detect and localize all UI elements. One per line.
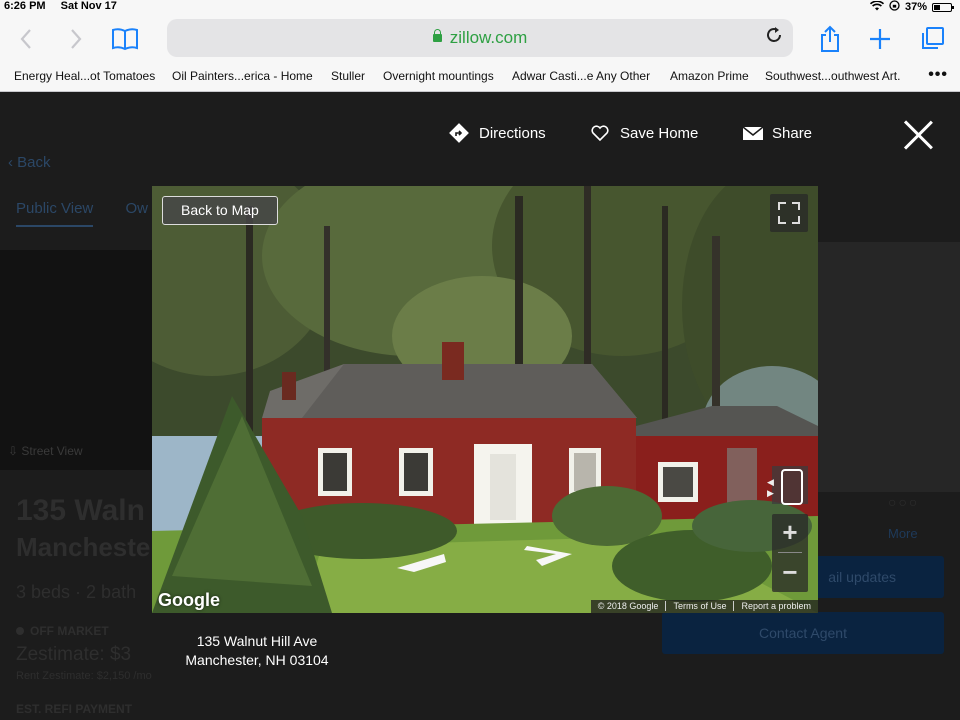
back-icon[interactable] (16, 24, 36, 54)
save-home-label: Save Home (620, 124, 699, 142)
url-text: zillow.com (449, 28, 528, 47)
tab-public-view: Public View (16, 200, 94, 227)
url-display[interactable]: zillow.com (167, 28, 793, 48)
listing-map (818, 242, 960, 492)
save-home-button[interactable]: Save Home (590, 123, 698, 143)
tab-owner-view: Ow (125, 200, 148, 217)
envelope-icon (742, 123, 764, 143)
copyright-text: © 2018 Google (597, 601, 659, 611)
directions-label: Directions (479, 124, 546, 142)
pano-address-line1: 135 Walnut Hill Ave (196, 633, 318, 649)
bookmarks-bar: Energy Heal...ot Tomatoes Oil Painters..… (0, 66, 960, 92)
fullscreen-icon[interactable] (770, 194, 808, 232)
bookmark-item[interactable]: Oil Painters...erica - Home (172, 69, 313, 83)
directions-icon (449, 123, 469, 143)
report-problem-link[interactable]: Report a problem (741, 601, 811, 611)
listing-tabs: Public View Ow (16, 200, 148, 227)
safari-toolbar: zillow.com (0, 14, 960, 66)
zoom-control: + − (772, 514, 808, 592)
listing-address-line2: Mancheste (16, 532, 151, 562)
contact-agent-button: Contact Agent (662, 612, 944, 654)
rent-zestimate: Rent Zestimate: $2,150 /mo (16, 670, 152, 682)
bookmark-item[interactable]: Energy Heal...ot Tomatoes (14, 69, 155, 83)
beds-baths: 3 beds · 2 bath (16, 582, 137, 602)
bookmark-item[interactable]: Southwest...outhwest Art. (765, 69, 900, 83)
bookmark-item[interactable]: Adwar Casti...e Any Other (512, 69, 650, 83)
bookmark-item[interactable]: Stuller (331, 69, 365, 83)
orientation-lock-icon (889, 0, 900, 14)
more-dots-icon: ○○○ (888, 494, 920, 510)
street-view-label: ⇩ Street View (8, 444, 83, 458)
street-view-panorama[interactable]: Back to Map + − Google © 2018 Google Term… (152, 186, 818, 613)
status-badge: OFF MARKET (16, 624, 109, 638)
bookmarks-book-icon[interactable] (110, 24, 140, 54)
battery-percent: 37% (904, 1, 927, 13)
more-link: More (888, 526, 918, 541)
street-view-image (152, 186, 818, 613)
back-to-map-button[interactable]: Back to Map (162, 196, 278, 225)
back-link: ‹ Back (8, 154, 51, 171)
pano-address: 135 Walnut Hill Ave Manchester, NH 03104 (152, 632, 362, 670)
zoom-divider (778, 552, 802, 553)
zoom-in-icon[interactable]: + (772, 514, 808, 552)
battery-icon (932, 2, 954, 12)
close-icon[interactable] (902, 118, 934, 150)
lock-icon (432, 29, 442, 42)
tabs-icon[interactable] (918, 24, 946, 54)
status-date: Sat Nov 17 (60, 0, 117, 12)
listing-address-line1: 135 Waln (16, 494, 145, 527)
attribution-bar: © 2018 Google Terms of Use Report a proble… (590, 600, 818, 613)
reload-icon[interactable] (765, 26, 783, 50)
forward-icon[interactable] (66, 24, 86, 54)
zoom-out-icon[interactable]: − (772, 554, 808, 592)
new-tab-plus-icon[interactable] (866, 24, 894, 54)
share-label: Share (772, 124, 813, 142)
modal-action-bar: Directions Save Home Share (0, 123, 960, 147)
status-time: 6:26 PM (4, 0, 46, 12)
pegman-rotate-icon[interactable] (767, 466, 808, 505)
google-logo: Google (158, 590, 220, 610)
address-bar[interactable]: zillow.com (167, 19, 793, 57)
directions-button[interactable]: Directions (449, 123, 546, 143)
heart-icon (590, 123, 610, 143)
bookmark-item[interactable]: Overnight mountings (383, 69, 494, 83)
wifi-icon (869, 0, 885, 14)
terms-link[interactable]: Terms of Use (673, 601, 726, 611)
pano-address-line2: Manchester, NH 03104 (185, 652, 329, 668)
share-icon[interactable] (817, 24, 843, 54)
status-bar: 6:26 PM Sat Nov 17 37% (0, 0, 960, 14)
more-bookmarks-icon[interactable]: ••• (928, 66, 948, 84)
share-button[interactable]: Share (742, 123, 812, 143)
refi-payment-heading: EST. REFI PAYMENT (16, 702, 133, 716)
bookmark-item[interactable]: Amazon Prime (670, 69, 749, 83)
zestimate: Zestimate: $3 (16, 644, 132, 665)
